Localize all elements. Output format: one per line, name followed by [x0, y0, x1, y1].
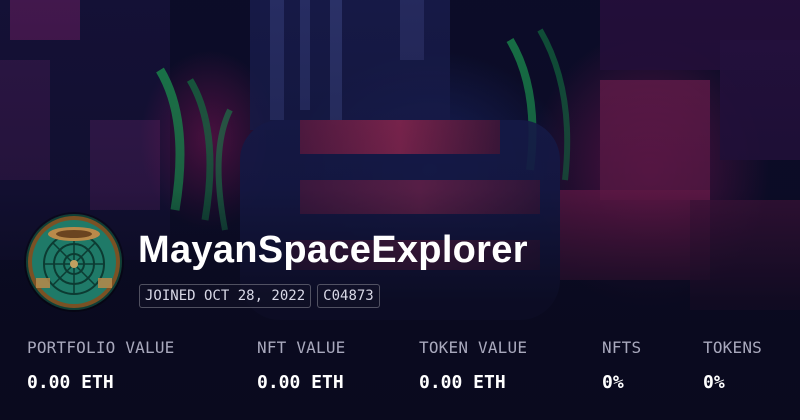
stat-nfts: NFTS 0% — [602, 338, 641, 394]
address-badge[interactable]: C04873 — [317, 284, 380, 308]
profile-name: MayanSpaceExplorer — [138, 229, 528, 271]
stat-nft-value: NFT VALUE 0.00 ETH — [257, 338, 346, 394]
stat-label: TOKENS — [703, 338, 762, 357]
stat-tokens: TOKENS 0% — [703, 338, 762, 394]
profile-avatar[interactable] — [26, 214, 122, 310]
stat-value: 0% — [703, 372, 725, 393]
stat-label: NFTS — [602, 338, 642, 357]
stat-token-value: TOKEN VALUE 0.00 ETH — [419, 338, 527, 394]
stat-value: 0.00 ETH — [419, 372, 506, 393]
stat-value: 0.00 ETH — [257, 372, 344, 393]
profile-meta-badges: JOINED OCT 28, 2022 C04873 — [139, 284, 380, 308]
stat-portfolio-value: PORTFOLIO VALUE 0.00 ETH — [27, 338, 175, 394]
stat-label: NFT VALUE — [257, 338, 346, 357]
stat-value: 0.00 ETH — [27, 372, 114, 393]
joined-date-badge: JOINED OCT 28, 2022 — [139, 284, 312, 308]
stat-label: TOKEN VALUE — [419, 338, 528, 357]
stat-value: 0% — [602, 372, 624, 393]
stat-label: PORTFOLIO VALUE — [27, 338, 175, 357]
avatar-artwork-icon — [28, 216, 120, 308]
